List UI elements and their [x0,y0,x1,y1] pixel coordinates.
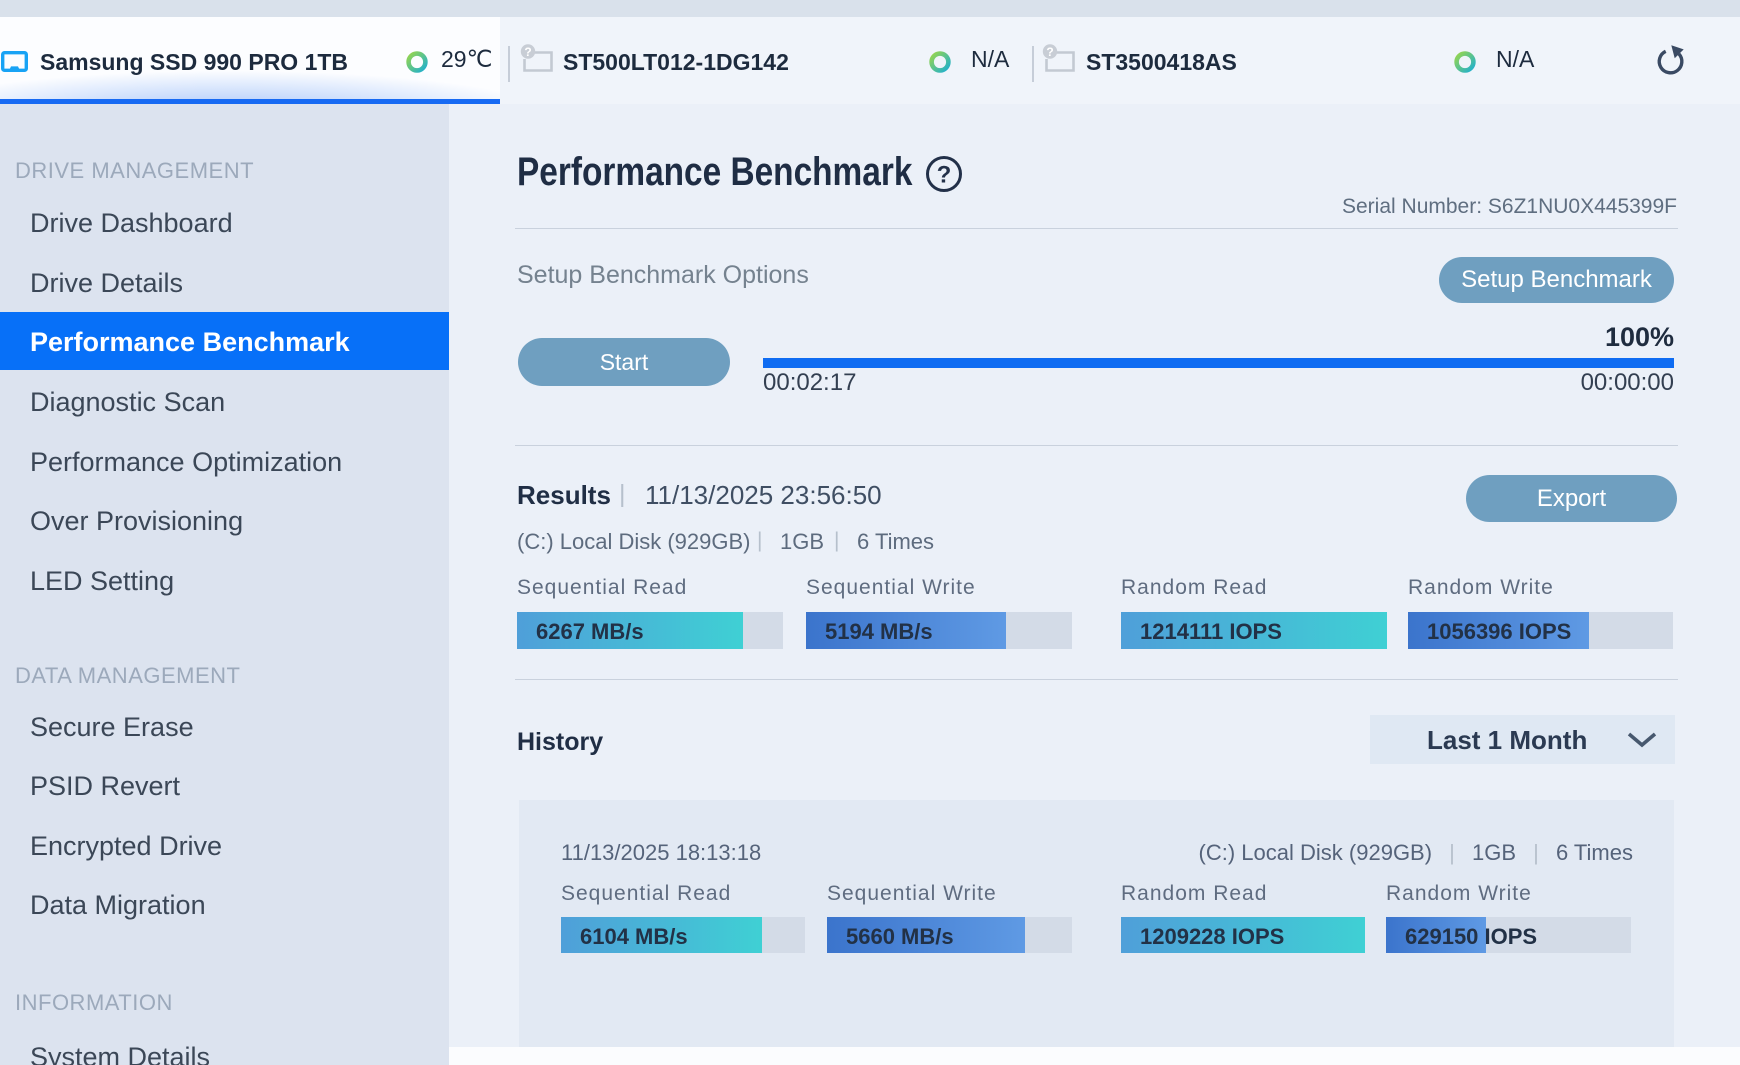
svg-text:?: ? [1046,45,1053,59]
svg-text:?: ? [937,162,952,189]
svg-text:?: ? [524,45,531,59]
